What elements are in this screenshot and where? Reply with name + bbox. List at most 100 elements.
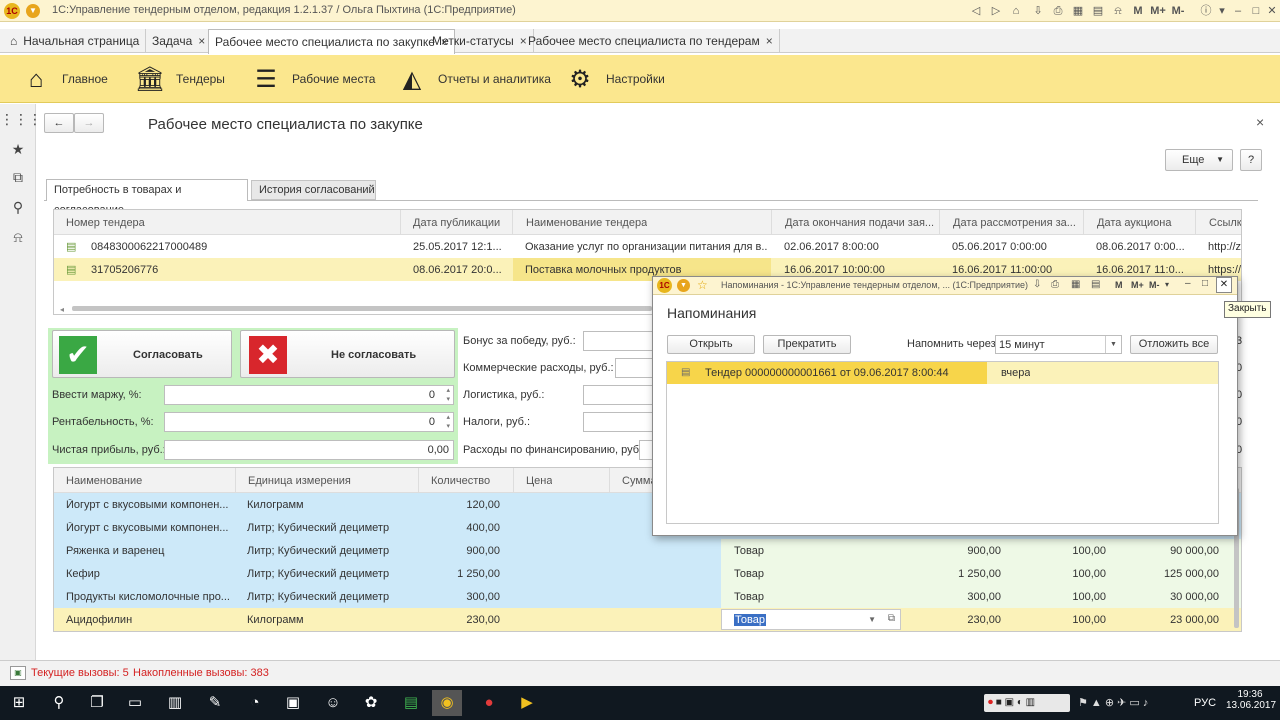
task-view-icon[interactable]: ❐ bbox=[82, 690, 112, 716]
search-icon[interactable]: ⚲ bbox=[44, 690, 74, 716]
bonus-input[interactable] bbox=[583, 331, 653, 351]
memory-minus-icon[interactable]: M- bbox=[1149, 280, 1160, 290]
record-stop-icon[interactable]: ⏺ bbox=[988, 697, 993, 708]
menu-settings[interactable]: ⚙ Настройки bbox=[562, 63, 665, 95]
margin-input[interactable]: 0 ▴ ▾ bbox=[164, 385, 454, 405]
open-icon[interactable]: ⧉ bbox=[888, 613, 895, 624]
menu-tenders[interactable]: 🏛 Тендеры bbox=[132, 63, 225, 95]
performance-icon[interactable]: ▣ bbox=[10, 666, 26, 680]
col-header[interactable]: Сумма bbox=[609, 468, 657, 493]
list-item[interactable]: ▤ Тендер 000000000001661 от 09.06.2017 8… bbox=[667, 362, 1218, 384]
col-header[interactable]: Наименование тендера bbox=[512, 210, 647, 235]
col-header[interactable]: Цена bbox=[513, 468, 552, 493]
scroll-left-icon[interactable]: ◂ bbox=[60, 305, 64, 314]
network-drive-icon[interactable]: ▥ bbox=[160, 690, 190, 716]
recorder-icon[interactable]: ● bbox=[474, 690, 504, 716]
menu-workplaces[interactable]: ☰ Рабочие места bbox=[248, 63, 375, 95]
calendar-icon[interactable]: ▤ bbox=[1090, 3, 1106, 19]
maximize-icon[interactable]: □ bbox=[1202, 278, 1208, 289]
notifications-bell-icon[interactable]: ⍾ bbox=[0, 224, 36, 250]
tab-task[interactable]: Задача × bbox=[146, 29, 213, 53]
main-menu-icon[interactable]: ▼ bbox=[26, 4, 40, 18]
clock[interactable]: 19:36 13.06.2017 bbox=[1226, 689, 1276, 711]
recording-toolbar[interactable]: ⏺ ■ ▣ ◐ ▥ bbox=[984, 694, 1070, 712]
taxes-input[interactable] bbox=[583, 412, 653, 432]
close-dialog-icon[interactable]: ✕ bbox=[1216, 277, 1232, 293]
print-icon[interactable]: ⎙ bbox=[1050, 3, 1066, 19]
close-window-icon[interactable]: ✕ bbox=[1264, 3, 1280, 19]
app-icon[interactable]: ✿ bbox=[356, 690, 386, 716]
download-icon[interactable]: ⇩ bbox=[1033, 279, 1041, 290]
chevron-down-icon[interactable]: ▼ bbox=[868, 615, 876, 624]
explorer-icon[interactable]: ▭ bbox=[120, 690, 150, 716]
net-profit-input[interactable]: 0,00 bbox=[164, 440, 454, 460]
col-header[interactable]: Дата окончания подачи зая... bbox=[771, 210, 939, 235]
close-icon[interactable]: × bbox=[198, 34, 205, 48]
financing-input[interactable] bbox=[639, 440, 653, 460]
tray-icons[interactable]: ⚑ ▲ ⊕ ✈ ▭ ♪ bbox=[1078, 696, 1148, 709]
sections-grid-icon[interactable]: ⋮⋮⋮ bbox=[0, 106, 42, 132]
logistics-input[interactable] bbox=[583, 385, 653, 405]
table-row-selected[interactable]: Ацидофилин Килограмм 230,00 Товар ▼ ⧉ 23… bbox=[54, 608, 1241, 631]
more-button[interactable]: Еще ▼ bbox=[1165, 149, 1233, 171]
tab-purchase-workplace[interactable]: Рабочее место специалиста по закупке × bbox=[208, 29, 455, 54]
favorites-star-icon[interactable]: ★ bbox=[0, 136, 36, 162]
subtab-demand[interactable]: Потребность в товарах и согласование bbox=[46, 179, 248, 216]
close-form-icon[interactable]: × bbox=[1256, 114, 1264, 130]
commercial-input[interactable] bbox=[615, 358, 653, 378]
minimize-icon[interactable]: – bbox=[1185, 278, 1191, 289]
memory-m-icon[interactable]: M bbox=[1115, 280, 1123, 290]
approve-button[interactable]: ✔ Согласовать bbox=[52, 330, 232, 378]
calendar-icon[interactable]: ▤ bbox=[1091, 279, 1100, 290]
browser-icon[interactable]: ◔ bbox=[240, 690, 270, 716]
history-icon[interactable]: ⧉ bbox=[0, 164, 36, 190]
menu-main[interactable]: ⌂ Главное bbox=[18, 63, 108, 95]
bell-icon[interactable]: ⍾ bbox=[1110, 3, 1126, 19]
download-icon[interactable]: ⇩ bbox=[1030, 3, 1046, 19]
back-icon[interactable]: ◁ bbox=[968, 3, 984, 19]
chevron-down-icon[interactable]: ▼ bbox=[1105, 336, 1121, 353]
star-icon[interactable]: ☆ bbox=[697, 278, 708, 292]
excel-icon[interactable]: ▤ bbox=[396, 690, 426, 716]
col-header[interactable]: Количество bbox=[418, 468, 490, 493]
table-row[interactable]: Кефир Литр; Кубический дециметр 1 250,00… bbox=[54, 562, 1241, 585]
link-icon[interactable]: ⌂ bbox=[1008, 3, 1024, 19]
horizontal-scrollbar[interactable] bbox=[72, 306, 652, 311]
tab-home[interactable]: ⌂ Начальная страница bbox=[4, 29, 147, 53]
remind-select[interactable]: 15 минут ▼ bbox=[995, 335, 1122, 354]
dropdown-icon[interactable]: ▾ bbox=[1214, 3, 1230, 19]
table-row[interactable]: Продукты кисломолочные про... Литр; Куби… bbox=[54, 585, 1241, 608]
calculator-icon[interactable]: ▦ bbox=[1070, 3, 1086, 19]
dialog-menu-icon[interactable]: ▼ bbox=[677, 279, 690, 292]
col-header[interactable]: Дата рассмотрения за... bbox=[939, 210, 1083, 235]
memory-plus-icon[interactable]: M+ bbox=[1150, 3, 1166, 19]
type-select[interactable]: Товар ▼ ⧉ bbox=[721, 609, 901, 630]
menu-reports[interactable]: ◭ Отчеты и аналитика bbox=[394, 63, 551, 95]
table-row[interactable]: ▤ 0848300062217000489 25.05.2017 12:1...… bbox=[54, 235, 1241, 258]
col-header[interactable]: Ссылка bbox=[1195, 210, 1241, 235]
col-header[interactable]: Дата публикации bbox=[400, 210, 500, 235]
user-icon[interactable]: ☺ bbox=[318, 690, 348, 716]
print-icon[interactable]: ⎙ bbox=[1051, 279, 1059, 290]
close-icon[interactable]: × bbox=[766, 34, 773, 48]
postpone-all-button[interactable]: Отложить все bbox=[1130, 335, 1218, 354]
help-button[interactable]: ? bbox=[1240, 149, 1262, 171]
memory-minus-icon[interactable]: M- bbox=[1170, 3, 1186, 19]
memory-m-icon[interactable]: M bbox=[1130, 3, 1146, 19]
save-icon[interactable]: ▣ bbox=[278, 690, 308, 716]
col-header[interactable]: Единица измерения bbox=[235, 468, 351, 493]
forward-icon[interactable]: ▷ bbox=[988, 3, 1004, 19]
back-button[interactable]: ← bbox=[44, 113, 74, 133]
stepper-icon[interactable]: ▴ ▾ bbox=[446, 386, 450, 404]
profitability-input[interactable]: 0 ▴ ▾ bbox=[164, 412, 454, 432]
tools-icon[interactable]: ✎ bbox=[200, 690, 230, 716]
tab-status-labels[interactable]: Метки-статусы × bbox=[426, 29, 534, 53]
open-button[interactable]: Открыть bbox=[667, 335, 755, 354]
maximize-icon[interactable]: □ bbox=[1248, 3, 1264, 19]
reject-button[interactable]: ✖ Не согласовать bbox=[240, 330, 455, 378]
stepper-icon[interactable]: ▴ ▾ bbox=[446, 413, 450, 431]
windows-start-icon[interactable]: ⊞ bbox=[4, 690, 34, 716]
app-1c-icon[interactable]: ◉ bbox=[432, 690, 462, 716]
search-icon[interactable]: ⚲ bbox=[0, 194, 36, 220]
language-indicator[interactable]: РУС bbox=[1194, 697, 1216, 709]
